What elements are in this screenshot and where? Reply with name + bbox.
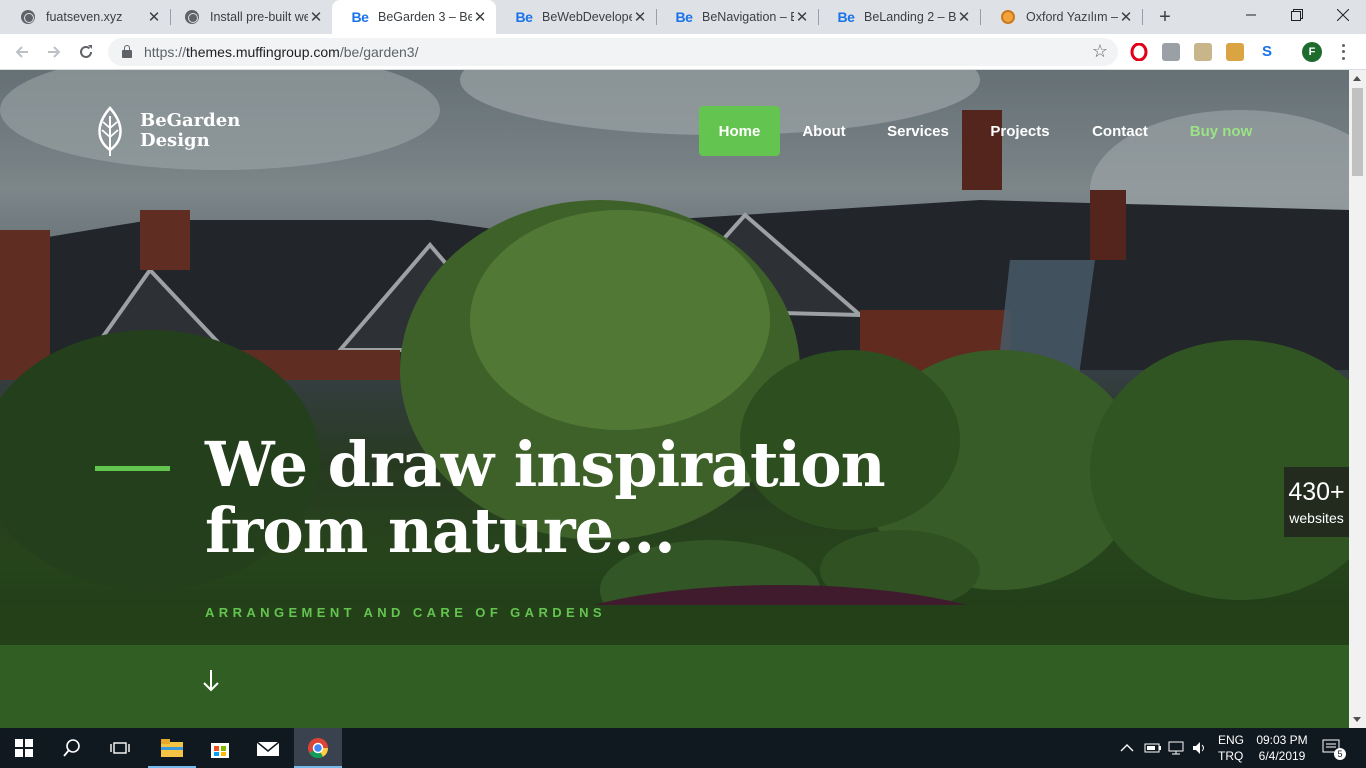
bookmark-star-icon[interactable]: ☆ bbox=[1092, 41, 1108, 62]
hero-background-image bbox=[0, 70, 1349, 728]
input-language[interactable]: ENG TRQ bbox=[1218, 732, 1244, 764]
close-icon[interactable]: ✕ bbox=[146, 8, 162, 26]
site-logo[interactable]: BeGarden Design bbox=[94, 106, 240, 156]
leaf-logo-icon bbox=[98, 106, 122, 156]
window-close-icon[interactable] bbox=[1320, 0, 1366, 30]
s-extension-icon[interactable]: S bbox=[1258, 43, 1276, 61]
microsoft-store-icon[interactable] bbox=[196, 728, 244, 768]
close-icon[interactable]: ✕ bbox=[956, 8, 972, 26]
tab-title: Install pre-built we bbox=[210, 10, 308, 24]
chrome-menu-icon[interactable] bbox=[1338, 42, 1348, 62]
logo-line-1: BeGarden bbox=[140, 110, 241, 131]
network-icon[interactable] bbox=[1168, 728, 1186, 768]
notes-extension-icon[interactable] bbox=[1226, 43, 1244, 61]
tab-begarden3[interactable]: Be BeGarden 3 – BeTh ✕ bbox=[332, 0, 496, 34]
extension-icon[interactable] bbox=[1162, 43, 1180, 61]
restore-icon[interactable] bbox=[1274, 0, 1320, 30]
tab-oxford-yazilim[interactable]: Oxford Yazılım – B ✕ bbox=[980, 0, 1142, 34]
be-icon: Be bbox=[515, 9, 533, 25]
tab-install-prebuilt[interactable]: Install pre-built we ✕ bbox=[164, 0, 332, 34]
file-explorer-icon[interactable] bbox=[148, 728, 196, 768]
windows-taskbar: ENG TRQ 09:03 PM 6/4/2019 5 bbox=[0, 728, 1366, 768]
logo-text: BeGarden Design bbox=[140, 111, 240, 151]
logo-line-2: Design bbox=[140, 130, 210, 151]
tab-title: BeNavigation – Be bbox=[702, 10, 794, 24]
menu-projects[interactable]: Projects bbox=[980, 106, 1060, 156]
headline-line-2: from nature... bbox=[205, 494, 676, 567]
menu-about[interactable]: About bbox=[790, 106, 858, 156]
scrollbar-thumb[interactable] bbox=[1352, 88, 1363, 176]
badge-label: websites bbox=[1289, 510, 1344, 526]
menu-home[interactable]: Home bbox=[699, 106, 780, 156]
close-icon[interactable]: ✕ bbox=[632, 8, 648, 26]
opera-extension-icon[interactable] bbox=[1130, 42, 1148, 62]
tab-fuatseven[interactable]: fuatseven.xyz ✕ bbox=[0, 0, 170, 34]
language-line-1: ENG bbox=[1218, 733, 1245, 747]
show-hidden-icons[interactable] bbox=[1120, 728, 1134, 768]
image-extension-icon[interactable] bbox=[1194, 43, 1212, 61]
tab-bewebdeveloper[interactable]: Be BeWebDeveloper – ✕ bbox=[496, 0, 656, 34]
task-view-icon[interactable] bbox=[96, 728, 144, 768]
page-scrollbar[interactable] bbox=[1349, 70, 1366, 728]
tab-benavigation[interactable]: Be BeNavigation – Be ✕ bbox=[656, 0, 818, 34]
scroll-down-icon[interactable] bbox=[1353, 717, 1361, 722]
system-clock[interactable]: 09:03 PM 6/4/2019 bbox=[1252, 732, 1312, 764]
url-text: https://themes.muffingroup.com/be/garden… bbox=[144, 44, 419, 60]
badge-number: 430+ bbox=[1288, 478, 1345, 506]
notification-count: 5 bbox=[1334, 748, 1346, 760]
globe-icon bbox=[20, 9, 36, 25]
websites-count-badge[interactable]: 430+ websites bbox=[1284, 467, 1349, 537]
chrome-taskbar-icon[interactable] bbox=[294, 728, 342, 768]
be-icon: Be bbox=[837, 9, 855, 25]
tab-title: BeGarden 3 – BeTh bbox=[378, 10, 472, 24]
hero-headline: We draw inspiration from nature... bbox=[205, 432, 965, 564]
minimize-icon[interactable] bbox=[1228, 0, 1274, 30]
clock-date: 6/4/2019 bbox=[1258, 749, 1306, 763]
headline-line-1: We draw inspiration bbox=[205, 428, 886, 501]
browser-toolbar: https://themes.muffingroup.com/be/garden… bbox=[0, 34, 1366, 70]
close-icon[interactable]: ✕ bbox=[308, 8, 324, 26]
lock-icon[interactable] bbox=[122, 45, 132, 58]
tab-title: Oxford Yazılım – B bbox=[1026, 10, 1118, 24]
volume-icon[interactable] bbox=[1192, 728, 1208, 768]
forward-icon[interactable] bbox=[40, 38, 68, 66]
browser-tab-strip: fuatseven.xyz ✕ Install pre-built we ✕ B… bbox=[0, 0, 1366, 34]
accent-line bbox=[95, 466, 170, 471]
profile-avatar[interactable]: F bbox=[1302, 42, 1322, 62]
action-center-icon[interactable]: 5 bbox=[1322, 728, 1346, 768]
be-icon: Be bbox=[351, 9, 369, 25]
tab-title: BeLanding 2 – BeT bbox=[864, 10, 956, 24]
oxford-icon bbox=[1000, 9, 1016, 25]
scroll-down-arrow-icon[interactable] bbox=[200, 668, 222, 694]
scroll-up-icon[interactable] bbox=[1353, 76, 1361, 81]
menu-contact[interactable]: Contact bbox=[1080, 106, 1160, 156]
webpage-hero: BeGarden Design Home About Services Proj… bbox=[0, 70, 1349, 728]
tab-belanding2[interactable]: Be BeLanding 2 – BeT ✕ bbox=[818, 0, 980, 34]
new-tab-button[interactable]: + bbox=[1154, 6, 1176, 28]
hero-subtitle: ARRANGEMENT AND CARE OF GARDENS bbox=[205, 605, 606, 620]
battery-icon[interactable] bbox=[1144, 728, 1162, 768]
close-icon[interactable]: ✕ bbox=[794, 8, 810, 26]
menu-services[interactable]: Services bbox=[876, 106, 960, 156]
reload-icon[interactable] bbox=[72, 38, 100, 66]
language-line-2: TRQ bbox=[1218, 749, 1244, 763]
be-icon: Be bbox=[675, 9, 693, 25]
globe-icon bbox=[184, 9, 200, 25]
menu-buy-now[interactable]: Buy now bbox=[1178, 106, 1264, 156]
mail-icon[interactable] bbox=[244, 728, 292, 768]
search-icon[interactable] bbox=[48, 728, 96, 768]
clock-time: 09:03 PM bbox=[1256, 733, 1308, 747]
windows-start-icon[interactable] bbox=[0, 728, 48, 768]
close-icon[interactable]: ✕ bbox=[1118, 8, 1134, 26]
back-icon[interactable] bbox=[8, 38, 36, 66]
address-bar[interactable]: https://themes.muffingroup.com/be/garden… bbox=[108, 38, 1118, 66]
close-icon[interactable]: ✕ bbox=[472, 8, 488, 26]
tab-title: fuatseven.xyz bbox=[46, 10, 123, 24]
tab-title: BeWebDeveloper – bbox=[542, 10, 632, 24]
